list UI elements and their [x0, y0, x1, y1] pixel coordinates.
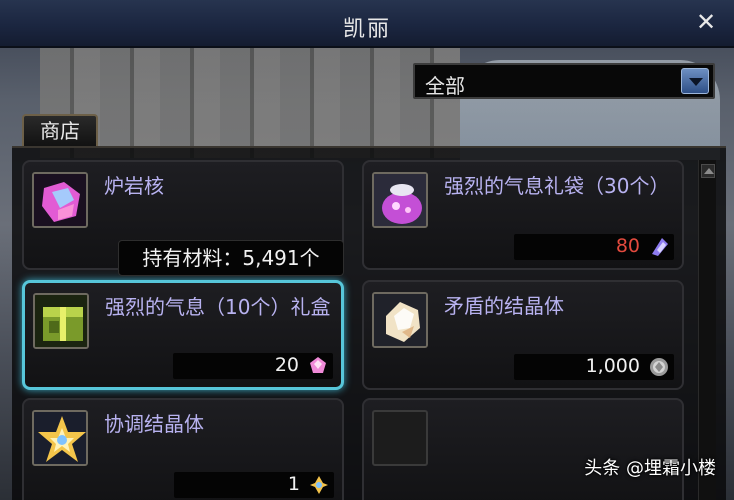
item-name: 协调结晶体 — [104, 412, 204, 436]
crystal-icon — [372, 292, 428, 348]
item-name: 强烈的气息礼袋（30个） — [444, 174, 670, 198]
shop-item-card[interactable]: 协调结晶体 1 — [22, 398, 344, 500]
item-name: 强烈的气息（10个）礼盒 — [105, 295, 331, 319]
chevron-down-icon[interactable] — [681, 68, 709, 94]
item-name: 炉岩核 — [104, 174, 164, 198]
empty-slot — [372, 410, 428, 466]
window-title: 凯丽 — [342, 17, 391, 42]
item-price: 1 — [287, 473, 300, 495]
shop-item-card[interactable]: 强烈的气息礼袋（30个） 80 — [362, 160, 684, 270]
window-titlebar: 凯丽 ✕ — [0, 0, 734, 48]
item-price: 20 — [274, 354, 299, 376]
scroll-up-icon[interactable] — [701, 164, 715, 178]
price-bar: 1,000 — [514, 354, 674, 380]
item-price: 1,000 — [585, 355, 640, 377]
background-building — [40, 48, 460, 158]
scrollbar[interactable] — [698, 160, 716, 500]
star-crystal-icon — [32, 410, 88, 466]
item-price: 80 — [615, 235, 640, 257]
price-bar: 80 — [514, 234, 674, 260]
gold-crystal-icon — [308, 474, 330, 496]
gift-box-icon — [33, 293, 89, 349]
close-icon[interactable]: ✕ — [694, 10, 718, 34]
price-bar: 20 — [173, 353, 333, 379]
price-bar: 1 — [174, 472, 334, 498]
item-name: 矛盾的结晶体 — [444, 294, 564, 318]
category-dropdown[interactable]: 全部 — [413, 63, 715, 99]
crystal-coin-icon — [648, 356, 670, 378]
pouch-icon — [372, 172, 428, 228]
tab-shop[interactable]: 商店 — [22, 114, 98, 148]
pink-gem-icon — [32, 172, 88, 228]
watermark: 头条 @埋霜小楼 — [584, 458, 716, 479]
shop-item-card[interactable]: 矛盾的结晶体 1,000 — [362, 280, 684, 390]
shop-item-card-selected[interactable]: 强烈的气息（10个）礼盒 20 — [22, 280, 344, 390]
shop-item-card-empty — [362, 398, 684, 500]
pink-gem-icon — [307, 355, 329, 377]
shard-icon — [648, 236, 670, 258]
held-materials-tooltip: 持有材料：5,491个 — [118, 240, 344, 276]
dropdown-value: 全部 — [425, 74, 465, 98]
